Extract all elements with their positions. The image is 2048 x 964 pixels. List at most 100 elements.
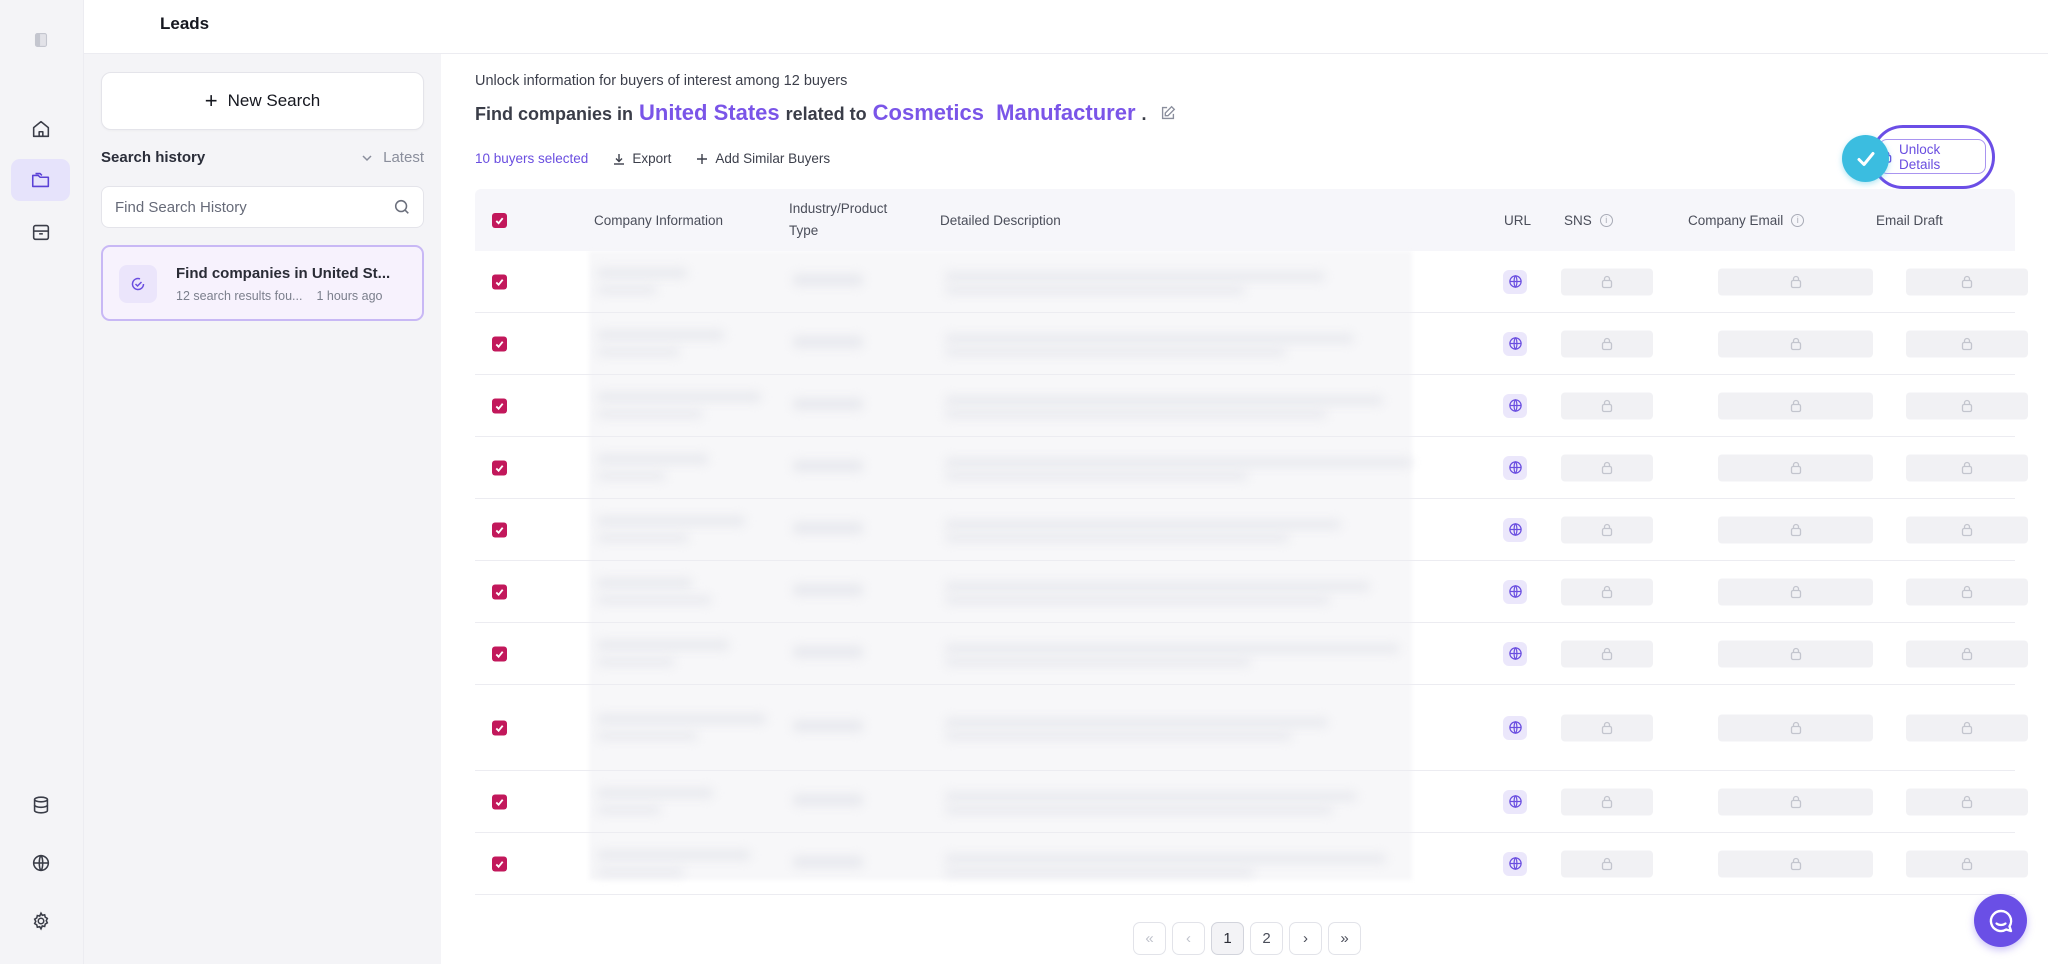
website-link-button[interactable]	[1503, 269, 1527, 294]
row-checkbox[interactable]	[492, 522, 507, 537]
website-link-button[interactable]	[1503, 393, 1527, 418]
lock-icon	[1601, 647, 1613, 661]
lock-icon	[1601, 721, 1613, 735]
blurred-company-name	[597, 516, 745, 526]
history-item-results: 12 search results fou...	[176, 289, 303, 303]
sort-dropdown[interactable]: Latest	[361, 149, 424, 166]
lock-icon	[1601, 585, 1613, 599]
row-checkbox[interactable]	[492, 398, 507, 413]
lock-icon	[1790, 721, 1801, 735]
locked-draft-cell	[1906, 454, 2028, 481]
nav-leads[interactable]	[11, 159, 70, 201]
row-checkbox[interactable]	[492, 274, 507, 289]
export-button[interactable]: Export	[612, 151, 671, 166]
checkmark-icon	[1857, 151, 1874, 166]
locked-draft-cell	[1906, 330, 2028, 357]
search-history-panel: + New Search Search history Latest Find …	[84, 54, 441, 964]
blurred-description-line	[945, 644, 1399, 653]
first-page-button[interactable]: «	[1133, 922, 1166, 955]
nav-settings[interactable]	[11, 900, 70, 942]
gear-icon	[33, 911, 48, 931]
new-search-button[interactable]: + New Search	[101, 72, 424, 130]
edit-icon[interactable]	[1159, 104, 1177, 122]
globe-icon	[1508, 337, 1522, 350]
website-link-button[interactable]	[1503, 851, 1527, 876]
globe-icon	[1508, 275, 1522, 288]
table-row	[475, 437, 2028, 499]
row-checkbox[interactable]	[492, 794, 507, 809]
history-item-time: 1 hours ago	[316, 289, 383, 303]
check-icon	[495, 278, 504, 286]
website-link-button[interactable]	[1503, 641, 1527, 666]
check-icon	[495, 860, 504, 868]
select-all-checkbox[interactable]	[492, 212, 507, 228]
blurred-description-line	[945, 334, 1354, 343]
col-company: Company Information	[594, 212, 724, 228]
check-icon	[495, 798, 504, 806]
last-page-button[interactable]: »	[1328, 922, 1361, 955]
row-checkbox[interactable]	[492, 646, 507, 661]
nav-archive[interactable]	[11, 211, 70, 253]
unlock-details-button[interactable]: Unlock Details	[1879, 139, 1986, 174]
website-link-button[interactable]	[1503, 789, 1527, 814]
blurred-company-name	[597, 330, 724, 340]
locked-email-cell	[1718, 850, 1873, 877]
nav-database[interactable]	[11, 784, 70, 826]
blurred-company-detail	[597, 286, 657, 294]
search-history-label: Search history	[101, 149, 206, 166]
row-checkbox[interactable]	[492, 720, 507, 735]
website-link-button[interactable]	[1503, 715, 1527, 740]
folder-icon	[31, 172, 49, 188]
chat-support-button[interactable]	[1974, 894, 2027, 947]
col-sns-label: SNS	[1564, 212, 1592, 228]
blurred-company-name	[597, 714, 766, 724]
page-2-button[interactable]: 2	[1250, 922, 1283, 955]
nav-language[interactable]	[11, 842, 70, 884]
row-checkbox[interactable]	[492, 460, 507, 475]
row-checkbox[interactable]	[492, 856, 507, 871]
check-icon	[495, 217, 504, 225]
website-link-button[interactable]	[1503, 517, 1527, 542]
lock-icon	[1961, 461, 1973, 475]
prev-page-button[interactable]: ‹	[1172, 922, 1205, 955]
history-search-input[interactable]	[102, 187, 372, 227]
info-icon[interactable]: i	[1599, 213, 1613, 227]
blurred-company-name	[597, 392, 761, 402]
selected-count: 10 buyers selected	[475, 151, 589, 166]
blurred-company-detail	[597, 732, 698, 740]
nav-home[interactable]	[11, 108, 70, 150]
blurred-company-name	[597, 454, 708, 464]
blurred-industry	[793, 584, 863, 596]
info-icon[interactable]: i	[1791, 213, 1805, 227]
search-icon[interactable]	[393, 198, 411, 216]
col-url: URL	[1504, 212, 1532, 228]
history-item[interactable]: Find companies in United St... 12 search…	[101, 245, 424, 321]
website-link-button[interactable]	[1503, 455, 1527, 480]
buyers-table: Company Information Industry/Product Typ…	[475, 189, 2028, 895]
archive-box-icon	[32, 224, 49, 241]
add-similar-buyers-button[interactable]: Add Similar Buyers	[695, 151, 830, 166]
blurred-description-line	[945, 410, 1327, 418]
page-1-button[interactable]: 1	[1211, 922, 1244, 955]
globe-icon	[1508, 647, 1522, 660]
page-title: Leads	[160, 14, 210, 33]
pagination: « ‹ 1 2 › »	[1133, 922, 1361, 955]
row-checkbox[interactable]	[492, 336, 507, 351]
blurred-description-line	[945, 582, 1370, 591]
globe-icon	[32, 854, 49, 872]
blurred-description-line	[945, 348, 1286, 356]
sidebar-toggle-button[interactable]	[11, 19, 70, 61]
locked-sns-cell	[1561, 516, 1653, 543]
next-page-button[interactable]: ›	[1289, 922, 1322, 955]
row-checkbox[interactable]	[492, 584, 507, 599]
blurred-company-detail	[597, 472, 666, 480]
website-link-button[interactable]	[1503, 331, 1527, 356]
globe-icon	[1508, 721, 1522, 734]
search-headline: Find companies in United States related …	[475, 100, 1177, 126]
lock-icon	[1601, 399, 1613, 413]
check-icon	[495, 650, 504, 658]
blurred-company-detail	[597, 868, 684, 876]
website-link-button[interactable]	[1503, 579, 1527, 604]
globe-icon	[1508, 857, 1522, 870]
col-email-label: Company Email	[1688, 212, 1784, 228]
